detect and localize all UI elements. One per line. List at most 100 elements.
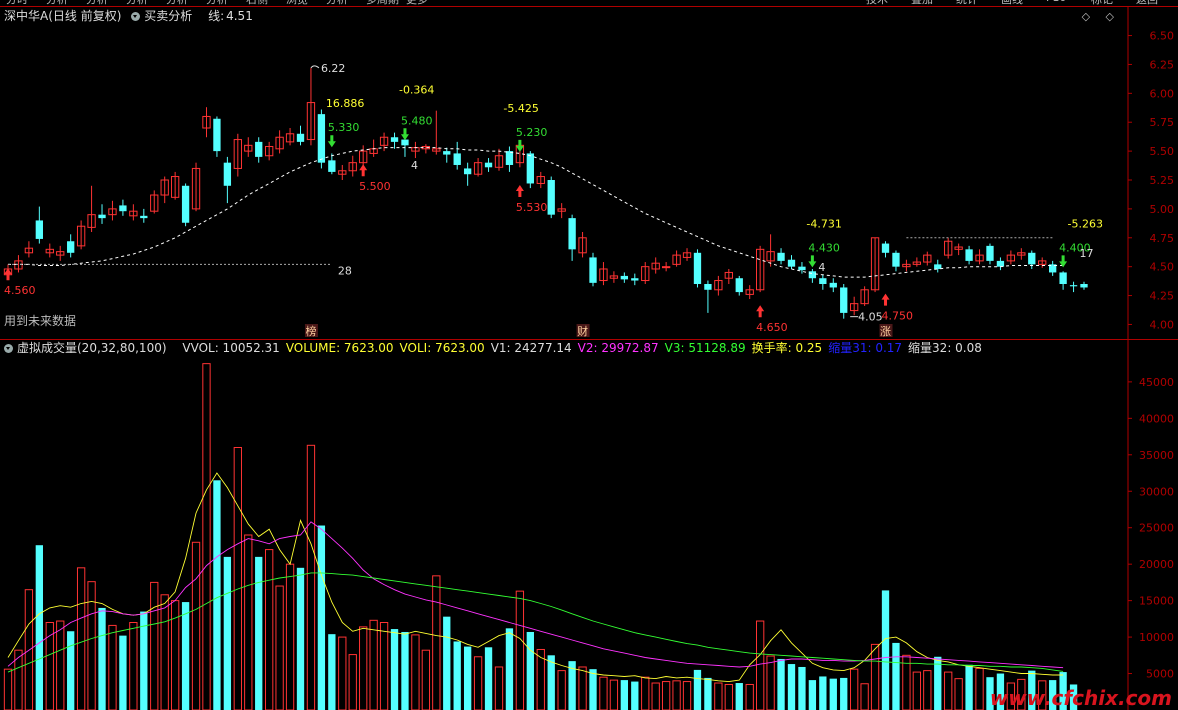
top-menu-item[interactable]: 分析 [46,0,68,6]
volume-bar[interactable] [473,656,483,710]
candle[interactable] [390,137,399,142]
candle[interactable] [67,241,75,253]
volume-bar[interactable] [56,620,65,710]
volume-bar[interactable] [850,668,859,710]
candle[interactable] [328,160,336,172]
volume-bar[interactable] [255,556,263,710]
top-menu-item[interactable]: 更多 [406,0,428,6]
volume-indicator-dropdown[interactable]: 虚拟成交量(20,32,80,100) [4,341,173,355]
volume-bar[interactable] [265,549,274,710]
volume-bar[interactable] [808,680,817,710]
volume-bar[interactable] [589,669,597,710]
volume-bar[interactable] [181,602,190,710]
volume-bar[interactable] [505,628,514,710]
volume-bar[interactable] [934,656,942,710]
candle[interactable] [965,249,973,261]
candle[interactable] [443,151,451,155]
volume-bar[interactable] [641,676,650,710]
volume-bar[interactable] [682,681,692,710]
volume-bar[interactable] [975,667,984,710]
volume-bar[interactable] [359,626,368,710]
volume-bar[interactable] [672,680,681,710]
candle[interactable] [213,118,221,152]
volume-bar[interactable] [745,683,754,710]
volume-bar[interactable] [463,646,472,710]
candle[interactable] [1059,272,1067,284]
volume-bar[interactable] [67,631,75,710]
dropdown-icon[interactable] [4,344,13,353]
candle[interactable] [181,185,190,223]
dropdown-icon[interactable] [131,12,141,21]
volume-bar[interactable] [819,676,827,710]
volume-bar[interactable] [620,680,629,710]
top-menu-item[interactable]: 统计 [956,0,978,6]
candle[interactable] [693,252,702,284]
volume-bar[interactable] [223,556,232,710]
candle[interactable] [401,139,409,146]
price-chart[interactable]: 4.560 6.22 16.886 5.330 5.500 -0.364 5.480 -5.4… [3,62,1103,338]
volume-bar[interactable] [693,669,702,710]
volume-bar[interactable] [275,585,284,710]
volume-bar[interactable] [338,636,347,710]
volume-bar[interactable] [317,525,326,710]
top-menu-item[interactable]: 分析 [86,0,108,6]
candle[interactable] [892,252,900,267]
volume-bar[interactable] [547,655,555,710]
candle[interactable] [787,259,796,267]
volume-bar[interactable] [609,679,619,710]
volume-bar[interactable] [755,620,765,710]
volume-bar[interactable] [411,634,420,710]
volume-bar[interactable] [150,581,159,710]
top-menu-item[interactable]: 技术 [866,0,888,6]
volume-bar[interactable] [160,594,169,710]
candle[interactable] [526,153,534,184]
volume-bar[interactable] [191,541,201,710]
candle[interactable] [463,168,472,175]
top-menu-item[interactable]: 分析 [126,0,148,6]
candle[interactable] [317,114,326,163]
volume-bar[interactable] [328,634,336,710]
stock-title[interactable]: 深中华A(日线 前复权) [4,9,121,23]
volume-bar[interactable] [202,363,211,710]
top-menu-item[interactable]: 分时 [6,0,28,6]
top-menu-item[interactable]: 标记 [1091,0,1113,6]
volume-bar[interactable] [881,590,890,710]
candle[interactable] [1028,252,1036,265]
top-menu-item[interactable]: F10 [1046,0,1066,4]
volume-bar[interactable] [840,677,848,710]
candle[interactable] [589,257,597,283]
candle[interactable] [484,162,493,168]
volume-bar[interactable] [432,575,441,710]
volume-bar[interactable] [599,676,608,710]
volume-bar[interactable] [3,668,13,710]
top-menu-item[interactable]: 分析 [326,0,348,6]
volume-bar[interactable] [787,664,796,710]
volume-bar[interactable] [98,607,106,710]
candle[interactable] [829,282,837,288]
candle[interactable] [704,284,712,290]
candle[interactable] [798,266,806,271]
volume-bar[interactable] [912,671,922,710]
volume-bar[interactable] [87,581,96,710]
volume-bar[interactable] [661,681,671,710]
candle[interactable] [986,245,994,261]
volume-bar[interactable] [76,567,86,710]
volume-bar[interactable] [777,658,785,710]
volume-bar[interactable] [369,619,378,710]
volume-bar[interactable] [484,647,493,710]
indicator-dropdown[interactable]: 买卖分析 [131,9,198,23]
volume-bar[interactable] [578,666,587,710]
candle[interactable] [1080,284,1088,288]
top-menu-item[interactable]: 多周期 [366,0,399,6]
volume-bar[interactable] [306,444,316,710]
candle[interactable] [735,278,743,293]
volume-bar[interactable] [285,563,295,710]
candle[interactable] [808,271,817,279]
volume-bar[interactable] [954,678,963,710]
volume-bar[interactable] [724,683,733,710]
volume-bar[interactable] [129,622,138,710]
candle[interactable] [568,218,576,250]
candle[interactable] [1069,285,1078,287]
volume-bar[interactable] [390,629,399,710]
candle[interactable] [296,133,305,142]
